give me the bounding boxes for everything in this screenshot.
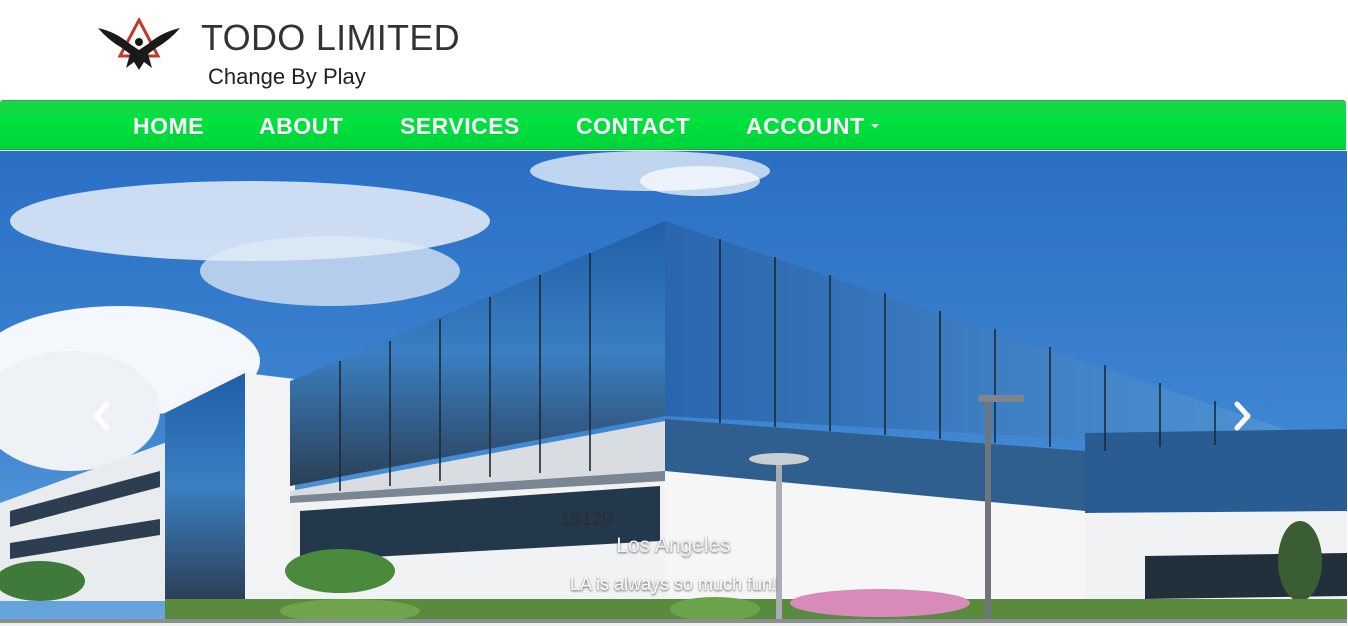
chevron-left-icon[interactable]: [88, 398, 118, 434]
eagle-logo-icon[interactable]: [96, 18, 182, 72]
nav-contact[interactable]: CONTACT: [576, 113, 690, 140]
brand-title: TODO LIMITED: [201, 17, 460, 58]
nav-about[interactable]: ABOUT: [259, 113, 343, 140]
nav-account-label: ACCOUNT: [746, 113, 865, 139]
building-number: 15120: [560, 509, 613, 530]
main-navbar: HOME ABOUT SERVICES CONTACT ACCOUNT: [0, 100, 1346, 150]
site-header: TODO LIMITED Change By Play: [0, 0, 1348, 100]
nav-services[interactable]: SERVICES: [400, 113, 520, 140]
chevron-right-icon[interactable]: [1226, 398, 1256, 434]
nav-account-dropdown[interactable]: ACCOUNT: [746, 113, 879, 140]
brand-tagline: Change By Play: [208, 64, 366, 89]
nav-home[interactable]: HOME: [133, 113, 204, 140]
carousel-caption-title: Los Angeles: [616, 534, 731, 557]
carousel-caption-text: LA is always so much fun!: [569, 574, 778, 594]
caret-down-icon: [870, 123, 879, 128]
